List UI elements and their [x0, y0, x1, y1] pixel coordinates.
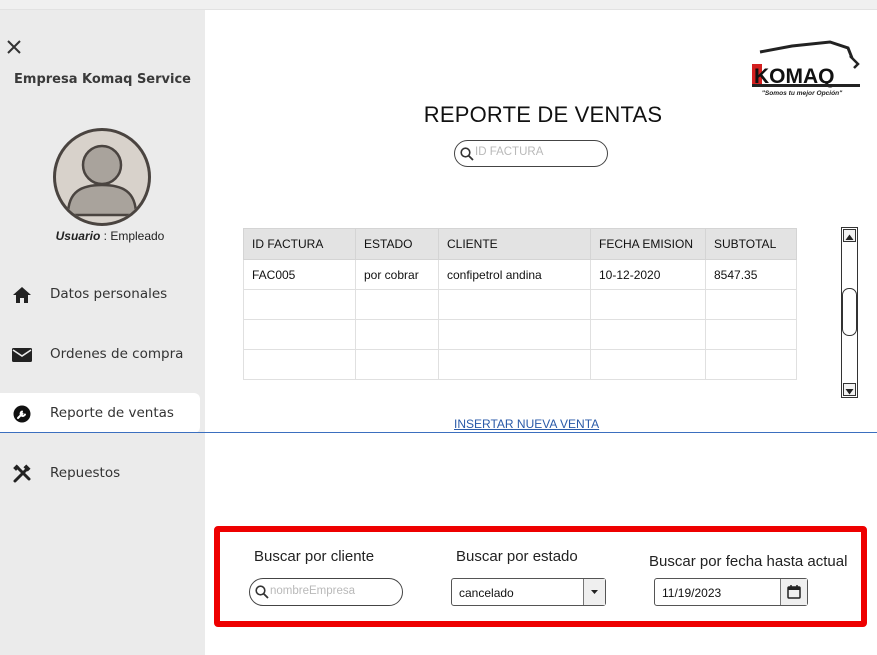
- date-value: 11/19/2023: [662, 586, 722, 600]
- sidebar-item-datos-personales[interactable]: Datos personales: [0, 274, 200, 314]
- table-cell: confipetrol andina: [438, 259, 591, 290]
- mail-icon: [12, 345, 32, 365]
- table-scrollbar[interactable]: [841, 227, 858, 398]
- calendar-icon[interactable]: [780, 579, 807, 605]
- date-picker[interactable]: 11/19/2023: [654, 578, 808, 606]
- table-cell: [438, 289, 591, 320]
- table-row[interactable]: [243, 319, 797, 350]
- table-cell: [355, 319, 439, 350]
- table-cell: [705, 289, 797, 320]
- table-cell: [590, 349, 706, 380]
- invoice-search: [454, 140, 608, 167]
- column-header[interactable]: FECHA EMISION: [590, 228, 706, 260]
- wrench-icon: [12, 404, 32, 424]
- sidebar-item-repuestos[interactable]: Repuestos: [0, 453, 200, 493]
- table-cell: [590, 289, 706, 320]
- home-icon: [12, 285, 32, 305]
- sidebar: Empresa Komaq Service Usuario : Empleado…: [0, 10, 205, 655]
- table-cell: [243, 289, 356, 320]
- page-title: REPORTE DE VENTAS: [423, 102, 663, 127]
- sidebar-item-label: Ordenes de compra: [50, 346, 184, 362]
- scroll-down-arrow-icon[interactable]: [843, 383, 856, 396]
- table-cell: [355, 289, 439, 320]
- insert-new-sale-link[interactable]: INSERTAR NUEVA VENTA: [454, 417, 599, 431]
- invoice-search-input[interactable]: [475, 146, 600, 158]
- table-cell: [243, 349, 356, 380]
- user-role: Usuario : Empleado: [0, 229, 220, 243]
- table-cell: FAC005: [243, 259, 356, 290]
- scroll-up-arrow-icon[interactable]: [843, 229, 856, 242]
- search-icon: [255, 585, 269, 599]
- table-cell: [705, 319, 797, 350]
- sidebar-item-reporte-de-ventas[interactable]: Reporte de ventas: [0, 393, 200, 433]
- table-cell: [243, 319, 356, 350]
- close-icon[interactable]: [5, 38, 23, 56]
- sales-table: ID FACTURA ESTADO CLIENTE FECHA EMISION …: [243, 228, 797, 380]
- table-cell: [438, 349, 591, 380]
- sidebar-item-label: Reporte de ventas: [50, 405, 174, 421]
- divider: [0, 432, 877, 433]
- table-cell: [355, 349, 439, 380]
- table-row[interactable]: [243, 349, 797, 380]
- table-cell: 8547.35: [705, 259, 797, 290]
- sidebar-item-label: Datos personales: [50, 286, 168, 302]
- column-header[interactable]: ESTADO: [355, 228, 439, 260]
- table-header-row: ID FACTURA ESTADO CLIENTE FECHA EMISION …: [243, 228, 797, 260]
- client-search: [249, 578, 403, 606]
- table-cell: [705, 349, 797, 380]
- client-filter-label: Buscar por cliente: [254, 548, 375, 565]
- table-cell: [438, 319, 591, 350]
- client-search-input[interactable]: [270, 585, 395, 597]
- avatar: [53, 128, 151, 226]
- komaq-logo: KOMAQ "Somos tu mejor Opción": [742, 40, 864, 106]
- column-header[interactable]: ID FACTURA: [243, 228, 356, 260]
- filter-panel: Buscar por cliente Buscar por estado Bus…: [214, 526, 867, 627]
- column-header[interactable]: CLIENTE: [438, 228, 591, 260]
- status-select-value: cancelado: [459, 586, 514, 600]
- table-row[interactable]: FAC005 por cobrar confipetrol andina 10-…: [243, 259, 797, 290]
- user-role-label: Usuario: [55, 229, 101, 243]
- status-filter-label: Buscar por estado: [456, 548, 578, 565]
- tools-icon: [12, 464, 32, 484]
- table-cell: por cobrar: [355, 259, 439, 290]
- table-cell: [590, 319, 706, 350]
- sidebar-item-ordenes-de-compra[interactable]: Ordenes de compra: [0, 334, 200, 374]
- scroll-thumb[interactable]: [842, 288, 857, 336]
- company-name: Empresa Komaq Service: [14, 72, 191, 87]
- user-role-value: : Empleado: [100, 229, 165, 243]
- table-cell: 10-12-2020: [590, 259, 706, 290]
- column-header[interactable]: SUBTOTAL: [705, 228, 797, 260]
- svg-text:"Somos tu mejor Opción": "Somos tu mejor Opción": [762, 90, 843, 97]
- window-top-bar: [0, 0, 877, 10]
- search-icon: [460, 147, 474, 161]
- table-row[interactable]: [243, 289, 797, 320]
- chevron-down-icon[interactable]: [583, 579, 605, 605]
- date-filter-label: Buscar por fecha hasta actual: [649, 553, 848, 570]
- sidebar-item-label: Repuestos: [50, 465, 121, 481]
- status-select[interactable]: cancelado: [451, 578, 606, 606]
